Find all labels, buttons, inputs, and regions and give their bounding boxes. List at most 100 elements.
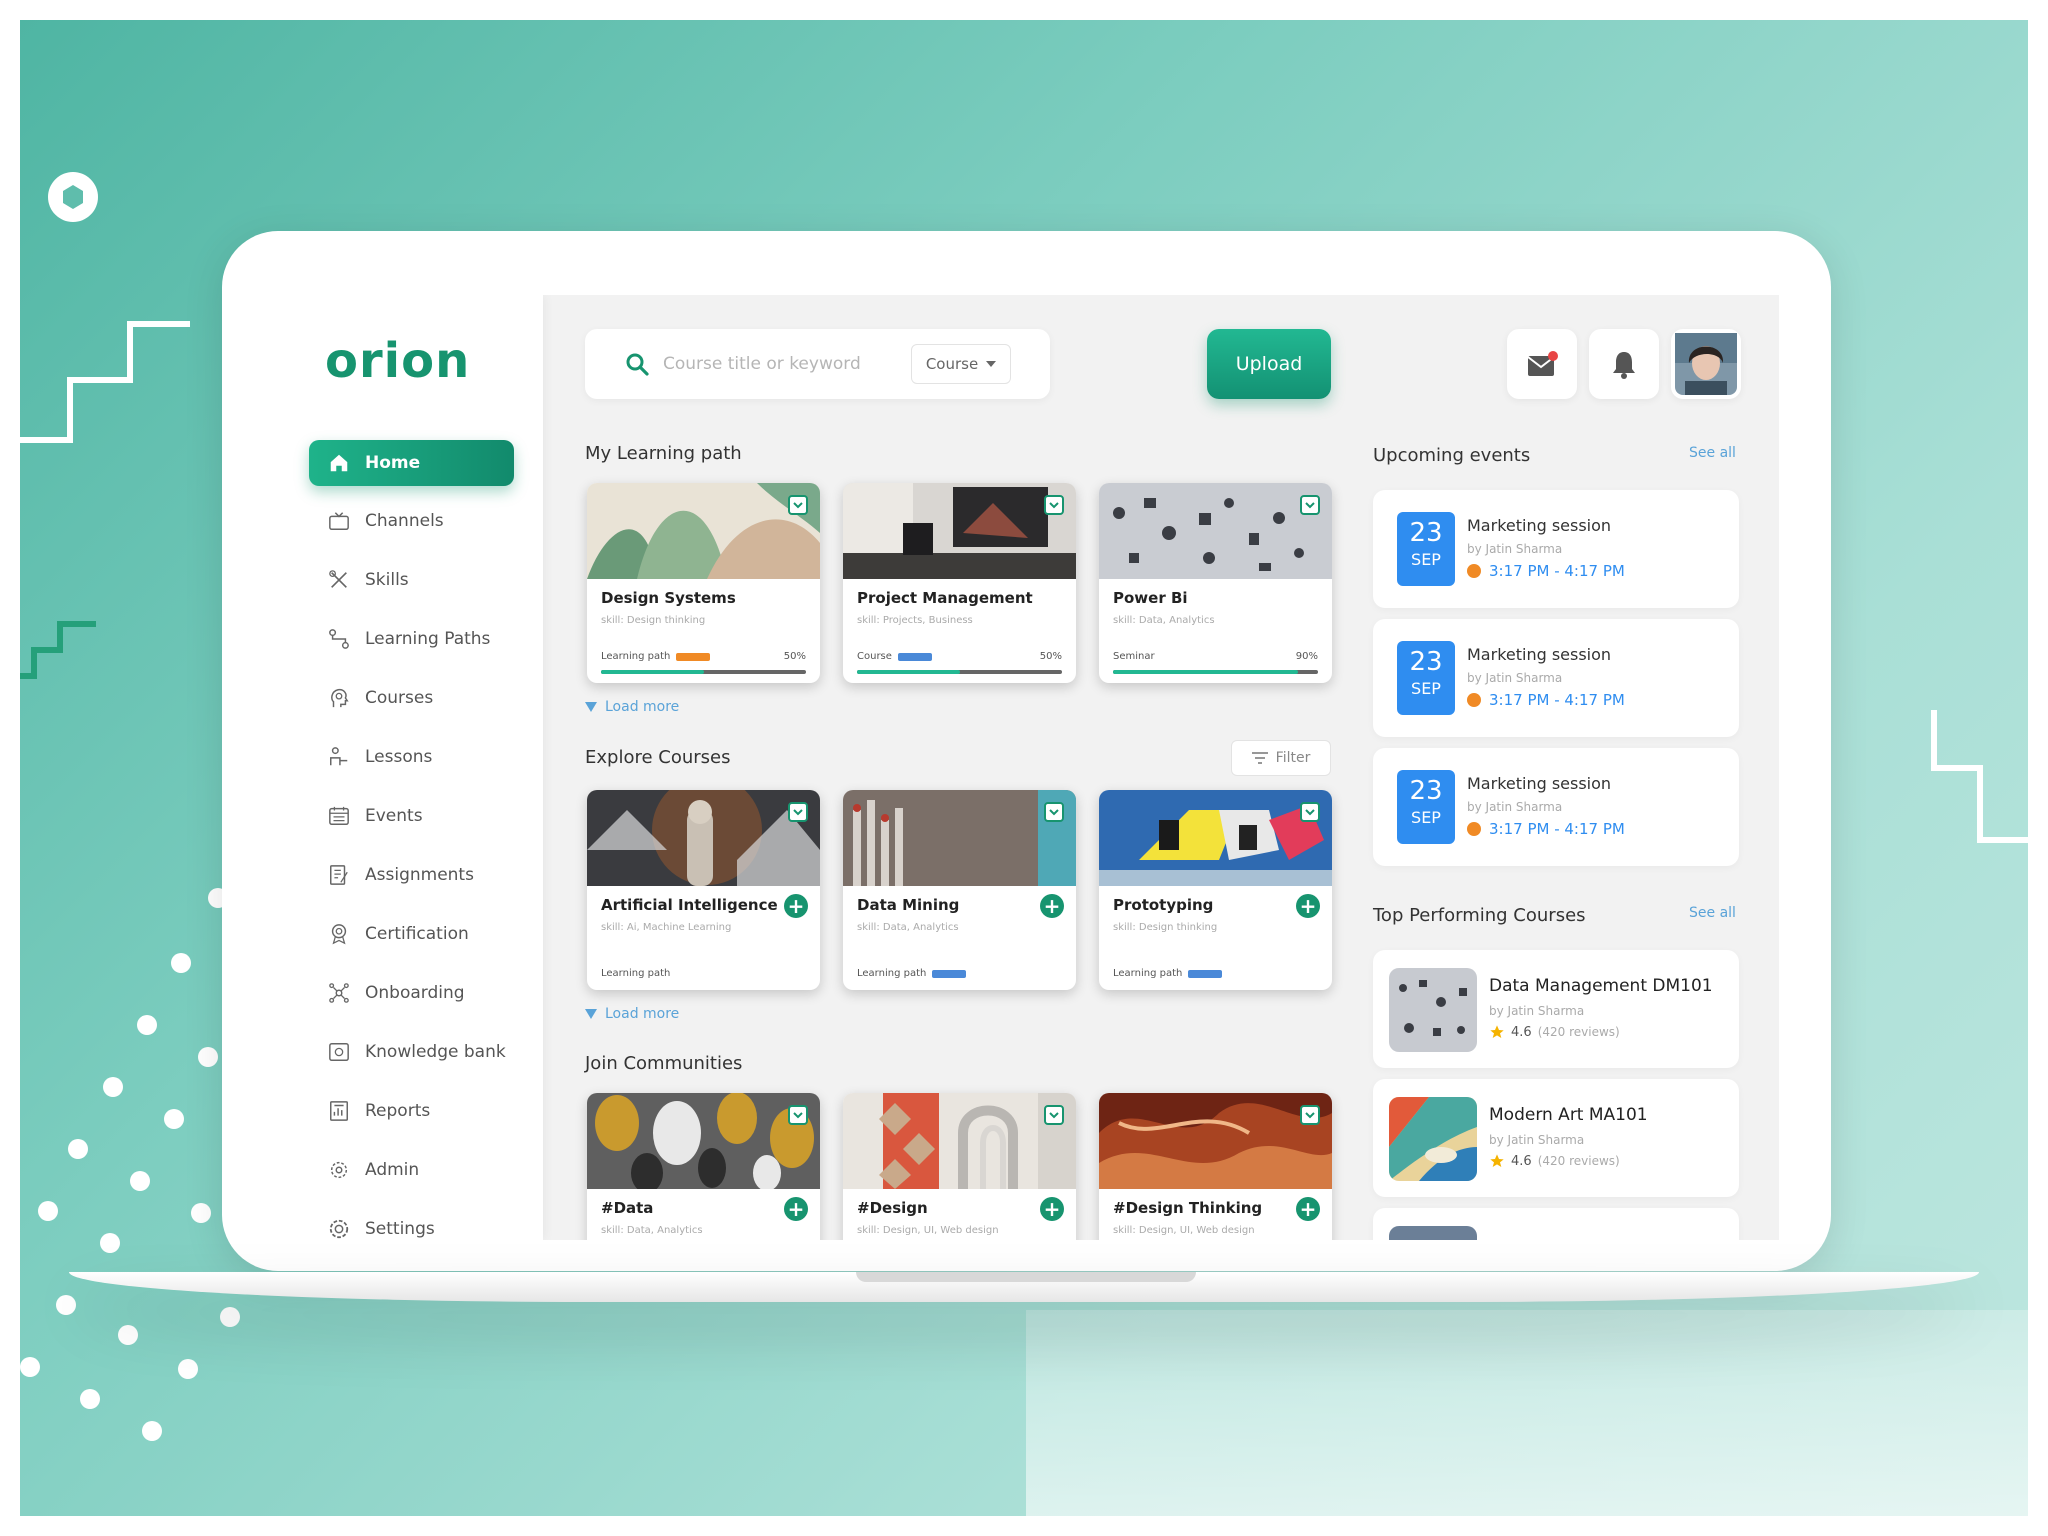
stairs-small-decoration-icon — [20, 621, 96, 679]
rating-value: 4.6 — [1511, 1153, 1532, 1169]
select-checkbox[interactable] — [1300, 1105, 1320, 1125]
course-card[interactable]: Artificial Intelligence + skill: Ai, Mac… — [587, 790, 820, 990]
top-course-card[interactable]: Data Management DM101 by Jatin Sharma 4.… — [1373, 950, 1739, 1068]
top-course-card[interactable]: Modern Art MA101 by Jatin Sharma 4.6 (420… — [1373, 1079, 1739, 1197]
star-icon — [1490, 1154, 1504, 1167]
card-image — [843, 1093, 1076, 1189]
event-time: 3:17 PM - 4:17 PM — [1467, 820, 1625, 838]
card-title: Project Management — [857, 589, 1033, 607]
learning-card[interactable]: Project Management skill: Projects, Busi… — [843, 483, 1076, 683]
sidebar-item-knowledge-bank[interactable]: Knowledge bank — [309, 1029, 514, 1075]
card-skill: skill: Design thinking — [1113, 922, 1218, 933]
dot-decoration — [220, 1307, 240, 1327]
clock-icon — [1467, 693, 1481, 707]
join-button[interactable]: + — [1040, 1197, 1064, 1221]
see-all-events-link[interactable]: See all — [1689, 445, 1736, 461]
tag-badge — [676, 652, 711, 661]
see-all-courses-link[interactable]: See all — [1689, 905, 1736, 921]
join-button[interactable]: + — [1296, 1197, 1320, 1221]
card-type: Course — [857, 651, 932, 662]
course-thumbnail — [1389, 1097, 1477, 1181]
learning-card[interactable]: Power Bi skill: Data, Analytics Seminar … — [1099, 483, 1332, 683]
event-time-label: 3:17 PM - 4:17 PM — [1489, 691, 1625, 709]
select-checkbox[interactable] — [1044, 1105, 1064, 1125]
brand-logo[interactable]: orion — [325, 333, 470, 389]
messages-button[interactable] — [1507, 329, 1577, 399]
select-checkbox[interactable] — [1300, 495, 1320, 515]
course-type-dropdown[interactable]: Course — [911, 344, 1011, 384]
progress-bar — [1113, 670, 1318, 674]
section-title-communities: Join Communities — [585, 1053, 743, 1074]
add-button[interactable]: + — [1040, 894, 1064, 918]
search-input[interactable]: Course title or keyword — [663, 354, 913, 374]
sidebar-item-admin[interactable]: Admin — [309, 1147, 514, 1193]
sidebar-item-settings[interactable]: Settings — [309, 1206, 514, 1240]
load-more-explore[interactable]: Load more — [585, 1006, 679, 1022]
event-day: 23 — [1409, 647, 1443, 677]
search-bar[interactable]: Course title or keyword Course — [585, 329, 1050, 399]
sidebar-item-skills[interactable]: Skills — [309, 557, 514, 603]
chevron-down-icon — [1049, 502, 1059, 509]
course-thumbnail — [1389, 1226, 1477, 1240]
community-card[interactable]: #Design + skill: Design, UI, Web design — [843, 1093, 1076, 1240]
select-checkbox[interactable] — [1300, 802, 1320, 822]
section-title-top-courses: Top Performing Courses — [1373, 905, 1586, 926]
sidebar-item-courses[interactable]: Courses — [309, 675, 514, 721]
bell-icon — [1613, 352, 1635, 379]
load-more-label: Load more — [605, 699, 680, 715]
sidebar-item-events[interactable]: Events — [309, 793, 514, 839]
dot-decoration — [20, 1357, 40, 1377]
join-button[interactable]: + — [784, 1197, 808, 1221]
learning-card[interactable]: Design Systems skill: Design thinking Le… — [587, 483, 820, 683]
sidebar-item-home[interactable]: Home — [309, 440, 514, 486]
select-checkbox[interactable] — [788, 802, 808, 822]
add-button[interactable]: + — [784, 894, 808, 918]
top-course-card-partial[interactable] — [1373, 1208, 1739, 1240]
upload-button[interactable]: Upload — [1207, 329, 1331, 399]
card-image — [843, 483, 1076, 579]
course-card[interactable]: Data Mining + skill: Data, Analytics Lea… — [843, 790, 1076, 990]
load-more-learning[interactable]: Load more — [585, 699, 679, 715]
calendar-icon — [327, 804, 351, 828]
sidebar-item-channels[interactable]: Channels — [309, 498, 514, 544]
floor-shadow — [1026, 1310, 2028, 1516]
top-course-title: Data Management DM101 — [1489, 976, 1713, 996]
event-card[interactable]: 23 SEP Marketing session by Jatin Sharma … — [1373, 748, 1739, 866]
select-checkbox[interactable] — [788, 1105, 808, 1125]
event-time-label: 3:17 PM - 4:17 PM — [1489, 562, 1625, 580]
section-title-events: Upcoming events — [1373, 445, 1531, 466]
select-checkbox[interactable] — [788, 495, 808, 515]
sidebar-item-reports[interactable]: Reports — [309, 1088, 514, 1134]
card-title: #Design — [857, 1199, 928, 1217]
add-button[interactable]: + — [1296, 894, 1320, 918]
sidebar-item-certification[interactable]: Certification — [309, 911, 514, 957]
sidebar-item-lessons[interactable]: Lessons — [309, 734, 514, 780]
sidebar-item-assignments[interactable]: Assignments — [309, 852, 514, 898]
event-time: 3:17 PM - 4:17 PM — [1467, 562, 1625, 580]
dot-decoration — [100, 1233, 120, 1253]
event-card[interactable]: 23 SEP Marketing session by Jatin Sharma … — [1373, 490, 1739, 608]
event-title: Marketing session — [1467, 645, 1612, 664]
mail-icon — [1527, 351, 1558, 376]
filter-label: Filter — [1275, 750, 1311, 766]
card-title: Design Systems — [601, 589, 736, 607]
community-card[interactable]: #Design Thinking + skill: Design, UI, We… — [1099, 1093, 1332, 1240]
safe-icon — [327, 1040, 351, 1064]
filter-button[interactable]: Filter — [1231, 740, 1331, 776]
dot-decoration — [80, 1389, 100, 1409]
community-card[interactable]: #Data + skill: Data, Analytics — [587, 1093, 820, 1240]
sidebar-item-label: Assignments — [365, 865, 474, 885]
course-card[interactable]: Prototyping + skill: Design thinking Lea… — [1099, 790, 1332, 990]
sidebar-item-label: Skills — [365, 570, 409, 590]
event-title: Marketing session — [1467, 774, 1612, 793]
event-card[interactable]: 23 SEP Marketing session by Jatin Sharma … — [1373, 619, 1739, 737]
card-type-label: Learning path — [857, 968, 927, 979]
select-checkbox[interactable] — [1044, 802, 1064, 822]
path-icon — [327, 627, 351, 651]
avatar[interactable] — [1671, 329, 1741, 399]
event-date-badge: 23 SEP — [1397, 641, 1455, 715]
select-checkbox[interactable] — [1044, 495, 1064, 515]
notifications-button[interactable] — [1589, 329, 1659, 399]
sidebar-item-learning-paths[interactable]: Learning Paths — [309, 616, 514, 662]
sidebar-item-onboarding[interactable]: Onboarding — [309, 970, 514, 1016]
